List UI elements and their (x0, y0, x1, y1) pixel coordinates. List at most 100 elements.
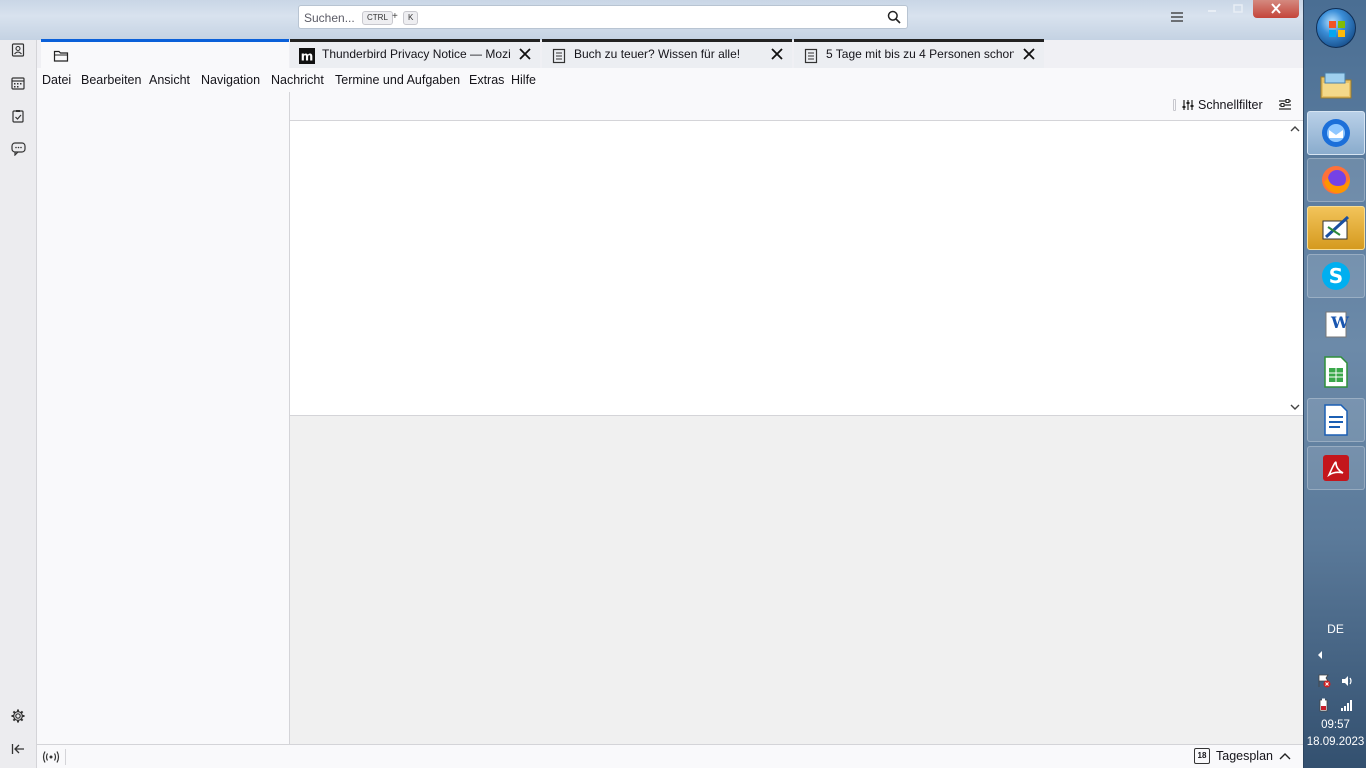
menu-navigation[interactable]: Navigation (201, 73, 260, 87)
calendar-space-button[interactable] (7, 72, 29, 94)
close-window-button[interactable] (1253, 0, 1299, 18)
global-search-box[interactable]: Suchen... CTRL + K (298, 5, 908, 29)
quickfilter-toggle-indicator (1173, 99, 1176, 111)
tab-label: Thunderbird Privacy Notice — Mozilla (322, 47, 510, 61)
tab-buch-zu-teuer[interactable]: Buch zu teuer? Wissen für alle! (542, 39, 792, 68)
today-pane-label: Tagesplan (1216, 749, 1273, 763)
calendar-day-icon: 18 (1194, 748, 1210, 764)
start-button[interactable] (1316, 8, 1356, 48)
menu-bearbeiten[interactable]: Bearbeiten (81, 73, 141, 87)
language-indicator[interactable]: DE (1304, 622, 1366, 636)
chevron-down-icon[interactable] (1289, 401, 1301, 413)
taskbar-drawing-app[interactable] (1307, 206, 1365, 250)
taskbar-firefox[interactable] (1307, 158, 1365, 202)
title-bar: Suchen... CTRL + K (0, 0, 1303, 40)
taskbar-acrobat[interactable] (1307, 446, 1365, 490)
menu-termine-und-aufgaben[interactable]: Termine und Aufgaben (335, 73, 460, 87)
chat-icon (10, 142, 26, 156)
tab-label: 5 Tage mit bis zu 4 Personen schon (826, 47, 1014, 61)
taskbar-calc[interactable] (1307, 350, 1365, 394)
explorer-icon (1320, 72, 1352, 99)
message-pane (290, 416, 1303, 744)
skype-icon: S (1322, 262, 1350, 290)
address-book-space-button[interactable] (7, 39, 29, 61)
windows-taskbar: S W DE 09:57 18.09.2023 (1303, 0, 1366, 768)
writer-icon (1324, 404, 1348, 436)
menu-ansicht[interactable]: Ansicht (149, 73, 190, 87)
chevron-up-icon[interactable] (1289, 123, 1301, 135)
tab-label: Buch zu teuer? Wissen für alle! (574, 47, 741, 61)
thread-list[interactable] (290, 121, 1303, 416)
word-viewer-icon: W (1325, 311, 1350, 338)
calendar-icon (11, 77, 25, 90)
chat-space-button[interactable] (7, 138, 29, 160)
firefox-icon (1322, 166, 1350, 194)
thread-pane-header: Schnellfilter (290, 92, 1303, 121)
tab-privacy-notice[interactable]: m Thunderbird Privacy Notice — Mozilla (290, 39, 540, 68)
close-tab-icon[interactable] (518, 47, 532, 61)
search-placeholder: Suchen... (304, 11, 355, 25)
tasks-space-button[interactable] (7, 105, 29, 127)
taskbar-word-viewer[interactable]: W (1307, 302, 1365, 346)
spaces-toolbar (0, 0, 37, 768)
minimize-icon (1208, 10, 1216, 12)
folder-pane (37, 92, 290, 744)
power-icon[interactable] (1317, 698, 1331, 712)
close-icon (1271, 3, 1281, 14)
chevron-left-icon (1318, 651, 1322, 659)
page-icon (804, 48, 818, 64)
restore-icon (1233, 4, 1243, 13)
shortcut-k-key: K (403, 11, 419, 25)
app-menu-icon[interactable] (1170, 9, 1184, 25)
network-signal-icon[interactable] (1340, 698, 1354, 712)
thunderbird-icon (1322, 119, 1350, 147)
close-tab-icon[interactable] (1022, 47, 1036, 61)
clock-time[interactable]: 09:57 (1304, 719, 1366, 731)
shortcut-plus: + (392, 11, 398, 22)
page-icon (552, 48, 566, 64)
close-tab-icon[interactable] (770, 47, 784, 61)
drawing-app-icon (1322, 215, 1350, 240)
action-center-flag-icon[interactable] (1317, 674, 1331, 688)
minimize-button[interactable] (1200, 0, 1224, 18)
windows-logo-icon (1329, 21, 1345, 37)
search-icon[interactable] (887, 10, 901, 24)
svg-text:S: S (1329, 264, 1343, 288)
show-hidden-icons-button[interactable] (1316, 650, 1324, 662)
chevron-up-icon (1279, 753, 1291, 760)
mozilla-m-icon: m (299, 48, 315, 64)
gear-icon (11, 709, 25, 723)
today-pane-button[interactable]: 18 Tagesplan (1194, 748, 1291, 764)
thread-list-scrollbar[interactable] (1287, 121, 1303, 415)
taskbar-thunderbird[interactable] (1307, 111, 1365, 155)
status-bar: 18 Tagesplan (37, 744, 1303, 768)
quickfilter-button[interactable]: Schnellfilter (1182, 98, 1263, 112)
menu-datei[interactable]: Datei (42, 73, 71, 87)
collapse-spaces-button[interactable] (7, 738, 29, 760)
online-status-icon[interactable] (42, 749, 60, 765)
status-divider (65, 749, 66, 765)
tab-bar: m Thunderbird Privacy Notice — Mozilla B… (37, 38, 1303, 68)
filter-sliders-icon (1182, 100, 1194, 110)
quickfilter-label: Schnellfilter (1198, 98, 1263, 112)
tab-5-tage[interactable]: 5 Tage mit bis zu 4 Personen schon (794, 39, 1044, 68)
svg-text:W: W (1330, 313, 1350, 332)
taskbar-explorer[interactable] (1307, 64, 1365, 108)
list-view-options-icon[interactable] (1278, 98, 1292, 112)
settings-space-button[interactable] (7, 705, 29, 727)
menu-nachricht[interactable]: Nachricht (271, 73, 324, 87)
menu-extras[interactable]: Extras (469, 73, 504, 87)
taskbar-skype[interactable]: S (1307, 254, 1365, 298)
tab-mail-folder[interactable] (41, 39, 289, 68)
acrobat-icon (1323, 455, 1349, 481)
clock-date[interactable]: 18.09.2023 (1304, 736, 1366, 748)
folder-icon (53, 50, 69, 62)
svg-text:m: m (301, 50, 314, 64)
address-book-icon (11, 43, 25, 57)
volume-icon[interactable] (1340, 674, 1354, 688)
shortcut-ctrl-key: CTRL (362, 11, 393, 25)
taskbar-writer[interactable] (1307, 398, 1365, 442)
collapse-left-icon (11, 744, 24, 754)
maximize-button[interactable] (1226, 0, 1250, 18)
menu-hilfe[interactable]: Hilfe (511, 73, 536, 87)
